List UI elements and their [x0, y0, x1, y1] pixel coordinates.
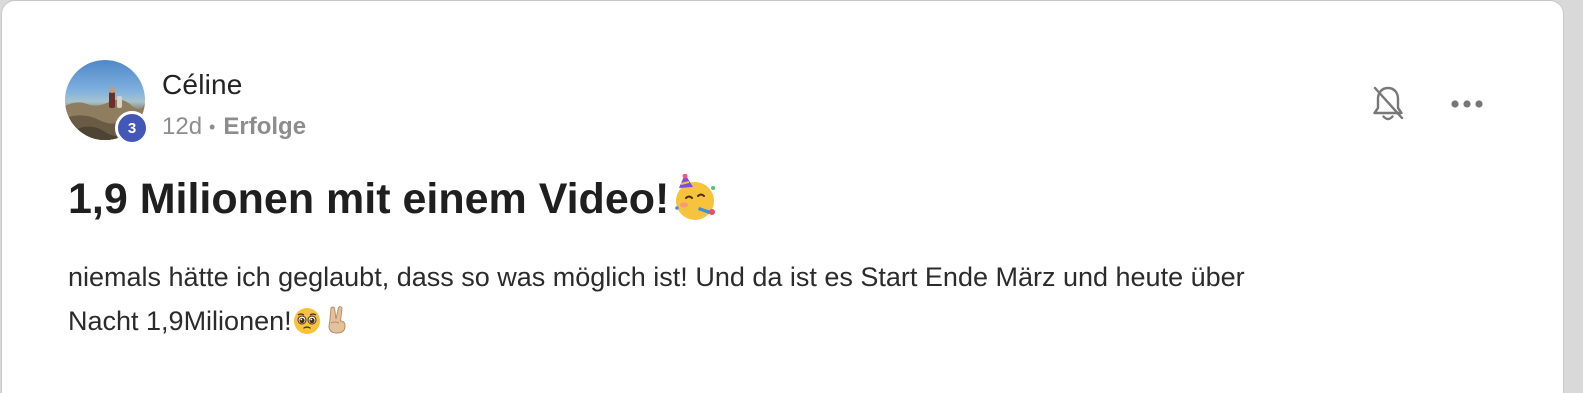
pleading-face-emoji — [293, 307, 320, 334]
notifications-toggle-button[interactable] — [1366, 82, 1410, 126]
post-body-line-text: Nacht 1,9Milionen! — [68, 306, 292, 336]
post-body-line: niemals hätte ich geglaubt, dass so was … — [68, 262, 1245, 292]
meta-separator: • — [209, 116, 216, 137]
more-options-button[interactable] — [1445, 82, 1489, 126]
post-meta: 12d • Erfolge — [162, 113, 306, 141]
more-horizontal-icon — [1451, 100, 1483, 108]
bell-off-icon — [1373, 86, 1404, 121]
post-title: 1,9 Milionen mit einem Video! — [68, 175, 670, 223]
level-badge: 3 — [115, 111, 149, 145]
post-body: niemals hätte ich geglaubt, dass so was … — [68, 255, 1508, 343]
victory-hand-emoji — [328, 306, 346, 334]
post-title-row: 1,9 Milionen mit einem Video! — [68, 173, 719, 224]
post-category[interactable]: Erfolge — [223, 113, 306, 141]
author-name[interactable]: Céline — [162, 69, 243, 101]
post-time: 12d — [162, 113, 203, 140]
author-avatar-wrap[interactable]: 3 — [65, 60, 149, 145]
post-card: 3 Céline 12d • Erfolge 1,9 Milionen mit … — [1, 0, 1564, 393]
partying-face-emoji — [675, 173, 716, 220]
post-body-line: Nacht 1,9Milionen! — [68, 299, 1508, 343]
